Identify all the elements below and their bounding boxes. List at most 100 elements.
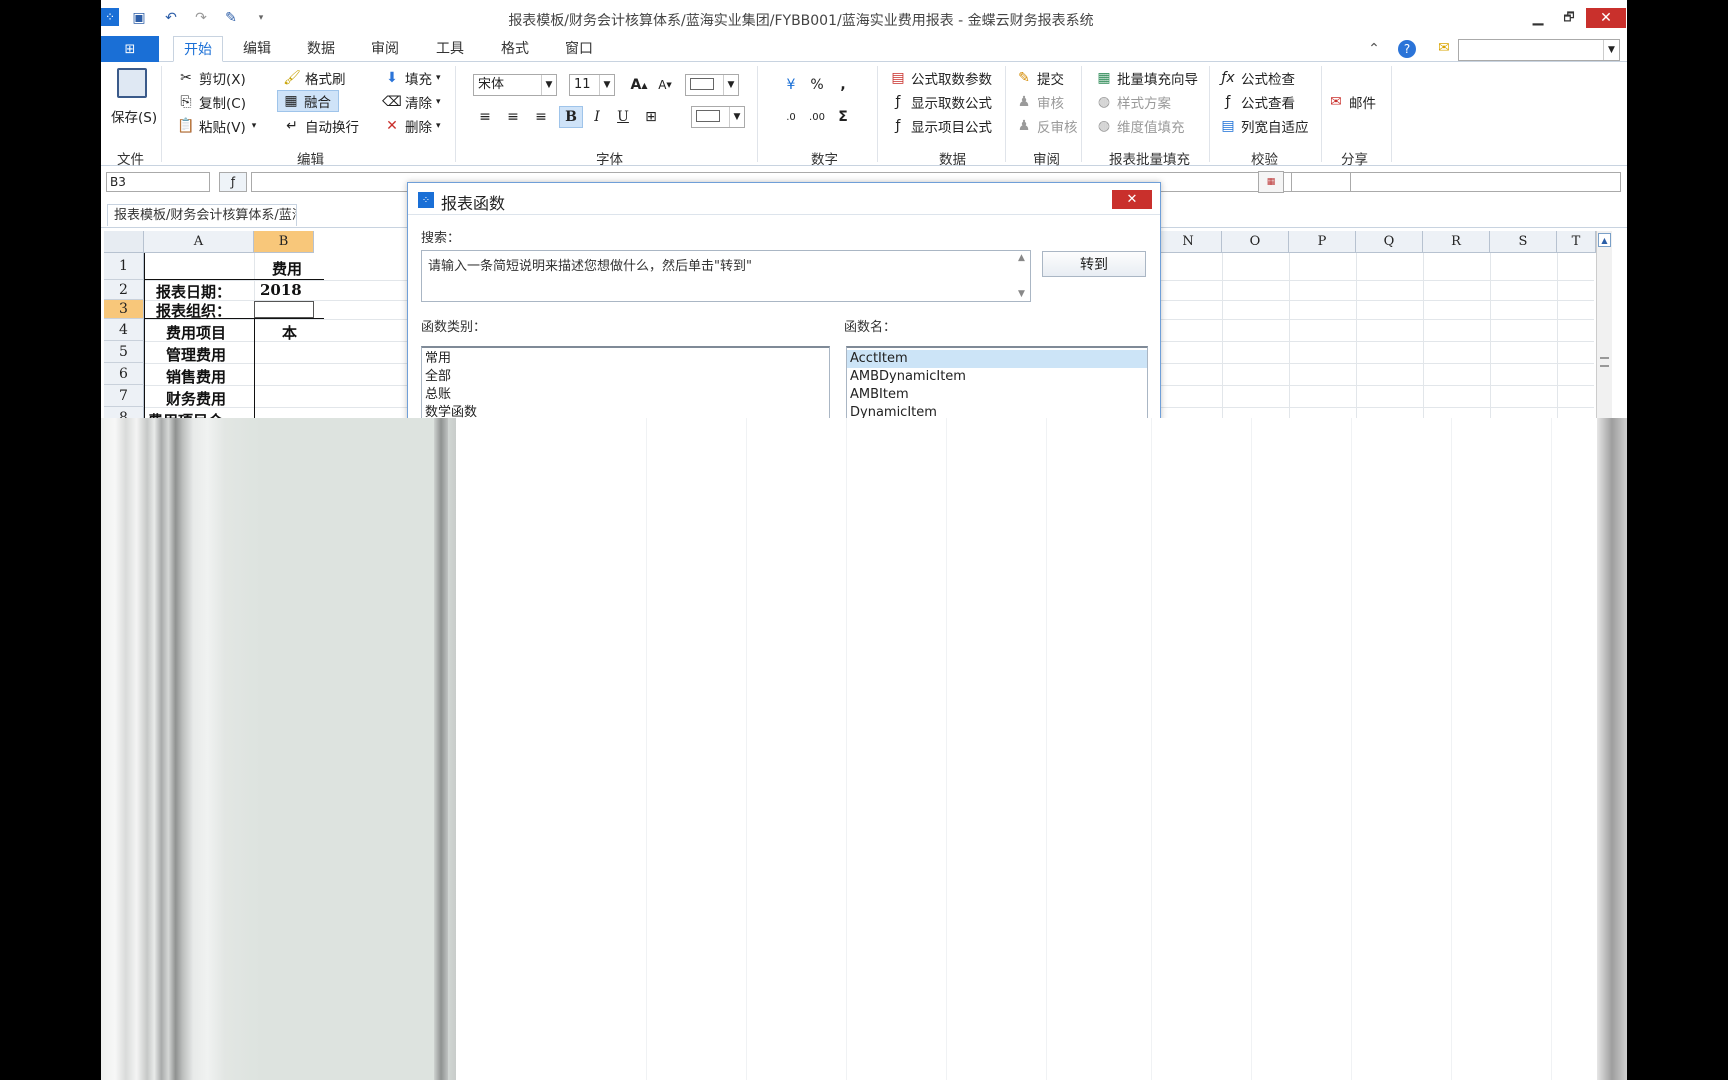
list-item[interactable]: AcctItem bbox=[847, 350, 1147, 368]
show-fetch-formula-button[interactable]: ƒ 显示取数公式 bbox=[889, 92, 992, 112]
column-header-o[interactable]: O bbox=[1222, 231, 1289, 253]
column-header-t[interactable]: T bbox=[1557, 231, 1596, 253]
row-header-1[interactable]: 1 bbox=[104, 253, 144, 280]
font-color-select[interactable]: ▼ bbox=[691, 106, 745, 128]
increase-decimal-icon[interactable]: .0 bbox=[779, 106, 803, 128]
cell-a3[interactable]: 报表组织： bbox=[156, 300, 231, 321]
list-item[interactable]: 常用 bbox=[422, 350, 829, 368]
audit-button[interactable]: ♟ 审核 bbox=[1015, 92, 1064, 112]
chevron-down-icon[interactable]: ▼ bbox=[1603, 40, 1619, 60]
unaudit-button[interactable]: ♟ 反审核 bbox=[1015, 116, 1078, 136]
list-item[interactable]: AMBItem bbox=[847, 386, 1147, 404]
insert-function-button[interactable]: ƒ bbox=[219, 172, 247, 192]
cell-a6[interactable]: 销售费用 bbox=[166, 366, 226, 387]
tab-data[interactable]: 数据 bbox=[297, 36, 345, 62]
cell-b2[interactable]: 2018 bbox=[260, 281, 302, 299]
tab-home[interactable]: 开始 bbox=[173, 36, 223, 62]
save-quick-icon[interactable]: ▣ bbox=[129, 8, 149, 28]
cell-a4[interactable]: 费用项目 bbox=[166, 322, 226, 343]
select-all-corner[interactable] bbox=[104, 231, 144, 253]
col-autofit-button[interactable]: ▤ 列宽自适应 bbox=[1219, 116, 1308, 136]
decrease-decimal-icon[interactable]: .00 bbox=[805, 106, 829, 128]
tab-edit[interactable]: 编辑 bbox=[233, 36, 281, 62]
restore-button[interactable]: 🗗 bbox=[1549, 8, 1589, 28]
clear-button[interactable]: ⌫ 清除 ▾ bbox=[382, 92, 440, 112]
column-header-p[interactable]: P bbox=[1289, 231, 1356, 253]
column-header-a[interactable]: A bbox=[144, 231, 254, 253]
secondary-input[interactable] bbox=[1291, 172, 1621, 192]
font-name-select[interactable]: 宋体 ▼ bbox=[473, 74, 557, 96]
batch-fill-wizard-button[interactable]: ▦ 批量填充向导 bbox=[1095, 68, 1198, 88]
row-header-3[interactable]: 3 bbox=[104, 300, 144, 319]
tab-format[interactable]: 格式 bbox=[491, 36, 539, 62]
show-item-formula-button[interactable]: ƒ 显示项目公式 bbox=[889, 116, 992, 136]
collapse-ribbon-icon[interactable]: ⌃ bbox=[1364, 39, 1384, 59]
customize-quick-access-icon[interactable]: ▾ bbox=[251, 8, 271, 28]
formula-check-button[interactable]: ƒx 公式检查 bbox=[1219, 68, 1295, 88]
bold-icon[interactable]: B bbox=[559, 106, 583, 128]
scroll-up-icon[interactable]: ▲ bbox=[1598, 233, 1611, 247]
column-header-r[interactable]: R bbox=[1423, 231, 1490, 253]
column-header-q[interactable]: Q bbox=[1356, 231, 1423, 253]
row-header-6[interactable]: 6 bbox=[104, 363, 144, 385]
column-header-s[interactable]: S bbox=[1490, 231, 1557, 253]
autosum-button[interactable]: Σ bbox=[831, 106, 855, 128]
currency-format-icon[interactable]: ¥ bbox=[779, 74, 803, 96]
delete-button[interactable]: ✕ 删除 ▾ bbox=[383, 116, 440, 136]
paste-button[interactable]: 📋 粘贴(V) ▾ bbox=[177, 116, 256, 136]
row-header-4[interactable]: 4 bbox=[104, 319, 144, 341]
scroll-thumb[interactable] bbox=[1600, 357, 1609, 367]
row-header-2[interactable]: 2 bbox=[104, 280, 144, 300]
dialog-title-bar[interactable]: ⁘ 报表函数 ✕ bbox=[408, 183, 1160, 215]
undo-icon[interactable]: ↶ bbox=[161, 8, 181, 28]
cut-button[interactable]: ✂ 剪切(X) bbox=[177, 68, 246, 88]
function-search-input[interactable]: 请输入一条简短说明来描述您想做什么，然后单击"转到" ▲ ▼ bbox=[421, 250, 1031, 302]
file-menu-tab[interactable]: ⊞ bbox=[101, 36, 159, 62]
help-icon[interactable]: ? bbox=[1398, 40, 1416, 58]
scroll-down-icon[interactable]: ▼ bbox=[1018, 289, 1028, 299]
chevron-down-icon[interactable]: ▼ bbox=[729, 107, 744, 127]
mail-button[interactable]: ✉ 邮件 bbox=[1327, 92, 1376, 112]
save-disk-icon[interactable] bbox=[117, 68, 147, 98]
notification-icon[interactable]: ✉ bbox=[1434, 38, 1454, 58]
chevron-down-icon[interactable]: ▼ bbox=[723, 75, 738, 95]
list-item[interactable]: AMBDynamicItem bbox=[847, 368, 1147, 386]
scroll-up-icon[interactable]: ▲ bbox=[1018, 253, 1028, 263]
merge-button[interactable]: ▦ 融合 bbox=[277, 90, 339, 112]
grow-font-icon[interactable]: A ▲ bbox=[627, 74, 651, 96]
cell-a5[interactable]: 管理费用 bbox=[166, 344, 226, 365]
formula-view-button[interactable]: ƒ 公式查看 bbox=[1219, 92, 1295, 112]
wrap-text-button[interactable]: ↵ 自动换行 bbox=[283, 116, 359, 136]
fetch-params-button[interactable]: ▤ 公式取数参数 bbox=[889, 68, 992, 88]
tab-tools[interactable]: 工具 bbox=[426, 36, 474, 62]
underline-icon[interactable]: U bbox=[611, 106, 635, 128]
comma-button[interactable]: , bbox=[831, 74, 855, 96]
report-title-cell[interactable]: 费用 bbox=[272, 258, 302, 279]
submit-button[interactable]: ✎ 提交 bbox=[1015, 68, 1064, 88]
italic-icon[interactable]: I bbox=[585, 106, 609, 128]
fill-button[interactable]: ⬇ 填充 ▾ bbox=[383, 68, 440, 88]
font-size-select[interactable]: 11 ▼ bbox=[569, 74, 615, 96]
document-tab[interactable]: 报表模板/财务会计核算体系/蓝海实业集团/FYBB001/蓝海实业费用报表 bbox=[107, 204, 297, 226]
function-name-list[interactable]: AcctItem AMBDynamicItem AMBItem DynamicI… bbox=[846, 346, 1148, 421]
dialog-close-button[interactable]: ✕ bbox=[1112, 190, 1152, 209]
cell-a7[interactable]: 财务费用 bbox=[166, 388, 226, 409]
column-header-n[interactable]: N bbox=[1155, 231, 1222, 253]
align-left-icon[interactable]: ≡ bbox=[473, 106, 497, 128]
style-scheme-button[interactable]: ◍ 样式方案 bbox=[1095, 92, 1171, 112]
percent-button[interactable]: % bbox=[805, 74, 829, 96]
top-search-combo[interactable]: ▼ bbox=[1458, 39, 1620, 61]
format-painter-button[interactable]: 🖌 格式刷 bbox=[283, 68, 345, 88]
redo-icon[interactable]: ↷ bbox=[191, 8, 211, 28]
row-header-7[interactable]: 7 bbox=[104, 385, 144, 407]
function-category-list[interactable]: 常用 全部 总账 数学函数 bbox=[421, 346, 830, 421]
cell-a2[interactable]: 报表日期： bbox=[156, 281, 231, 302]
list-item[interactable]: 全部 bbox=[422, 368, 829, 386]
row-header-5[interactable]: 5 bbox=[104, 341, 144, 363]
chevron-down-icon[interactable]: ▼ bbox=[541, 75, 556, 95]
shrink-font-icon[interactable]: A ▼ bbox=[653, 74, 677, 96]
app-logo-icon[interactable]: ⁘ bbox=[101, 8, 119, 26]
name-box[interactable]: B3 bbox=[106, 172, 210, 192]
tab-review[interactable]: 审阅 bbox=[361, 36, 409, 62]
list-item[interactable]: 总账 bbox=[422, 386, 829, 404]
